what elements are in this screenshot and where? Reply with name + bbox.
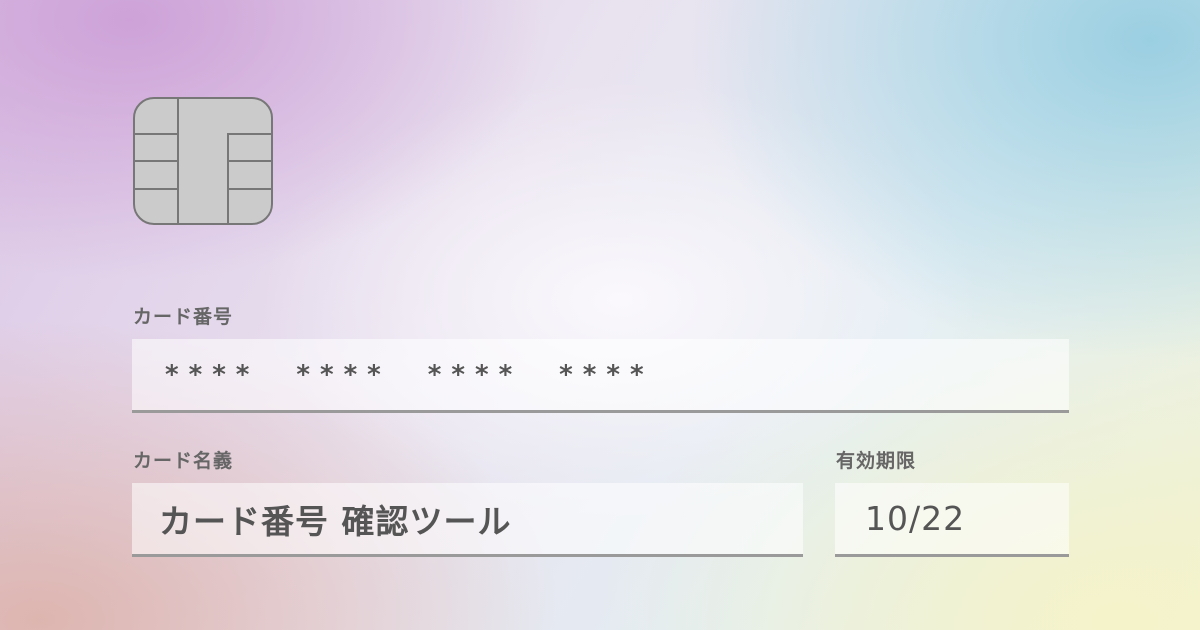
expiry-label: 有効期限 bbox=[836, 450, 917, 472]
expiry-value: 10/22 bbox=[865, 499, 966, 538]
card-number-group: **** bbox=[427, 359, 523, 390]
card-number-group: **** bbox=[165, 359, 260, 390]
card-holder-label: カード名義 bbox=[133, 450, 234, 472]
card-holder-field[interactable]: カード番号 確認ツール bbox=[132, 483, 803, 557]
expiry-field[interactable]: 10/22 bbox=[835, 483, 1069, 557]
card-number-group: **** bbox=[559, 359, 654, 390]
card-number-group: **** bbox=[296, 359, 391, 390]
card-number-label: カード番号 bbox=[133, 306, 234, 328]
card-holder-value: カード番号 確認ツール bbox=[159, 501, 512, 541]
card-number-field[interactable]: **** **** **** **** bbox=[132, 339, 1069, 413]
card-chip-icon bbox=[133, 97, 273, 225]
